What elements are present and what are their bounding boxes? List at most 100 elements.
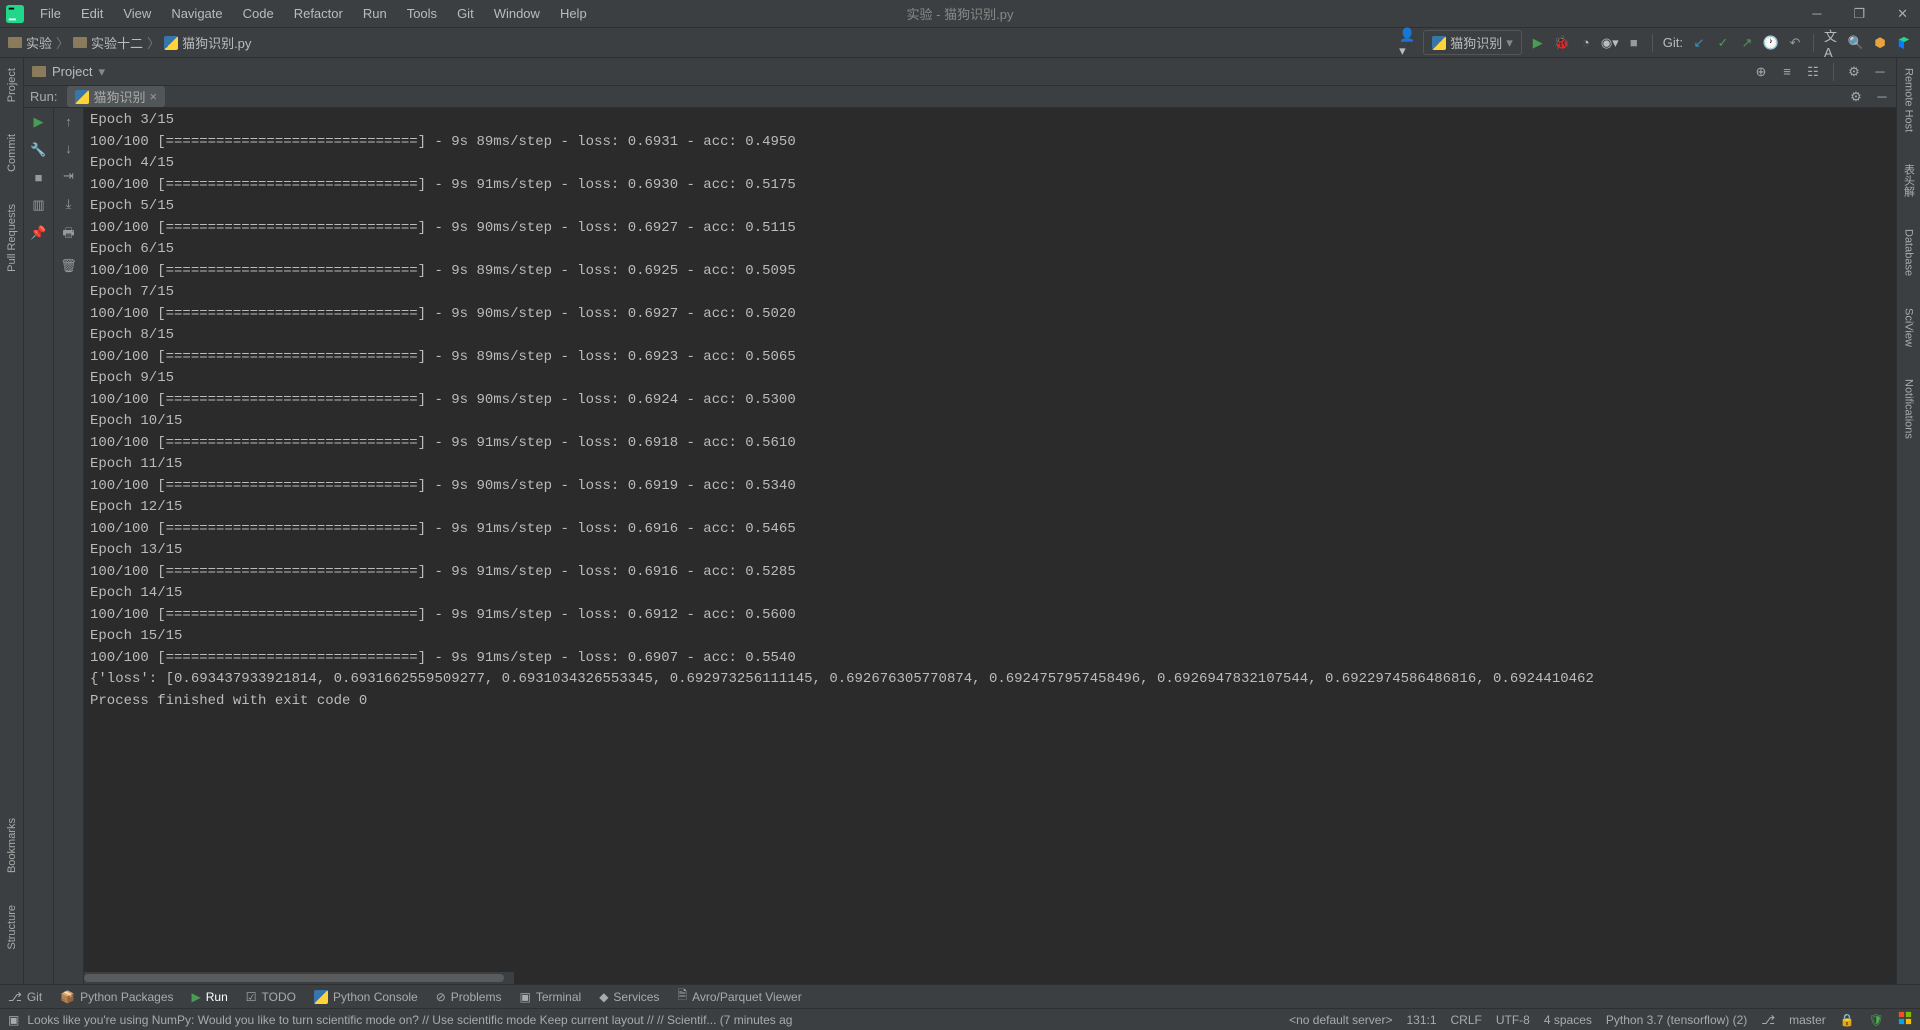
title-bar: File Edit View Navigate Code Refactor Ru…	[0, 0, 1920, 28]
status-branch[interactable]: master	[1789, 1013, 1826, 1027]
print-icon[interactable]: 🖶	[62, 224, 74, 246]
locale-icon[interactable]: 文A	[1824, 35, 1840, 51]
status-indent[interactable]: 4 spaces	[1544, 1013, 1592, 1027]
lock-icon[interactable]: 🔒	[1840, 1013, 1855, 1027]
status-encoding[interactable]: UTF-8	[1496, 1013, 1530, 1027]
target-icon[interactable]: ⊕	[1753, 64, 1769, 80]
status-server[interactable]: <no default server>	[1289, 1013, 1392, 1027]
code-with-me-icon[interactable]	[1896, 35, 1912, 51]
hide-panel-icon[interactable]: ─	[1872, 64, 1888, 80]
collapse-icon[interactable]: ☷	[1805, 64, 1821, 80]
up-icon[interactable]: ↑	[65, 114, 72, 129]
windows-logo-icon[interactable]	[1898, 1011, 1912, 1028]
tab-commit[interactable]: Commit	[4, 128, 20, 178]
toolbar: 实验 〉 实验十二 〉 猫狗识别.py 👤▾ 猫狗识别 ▾ ▶ 🐞 ◔ ◉▾ ■…	[0, 28, 1920, 58]
menu-help[interactable]: Help	[552, 4, 595, 23]
menu-run[interactable]: Run	[355, 4, 395, 23]
menu-edit[interactable]: Edit	[73, 4, 111, 23]
bottom-tab-pyconsole[interactable]: Python Console	[314, 990, 418, 1004]
bottom-tab-git[interactable]: ⎇Git	[8, 990, 42, 1004]
horizontal-scrollbar[interactable]	[84, 972, 514, 984]
tab-project[interactable]: Project	[4, 62, 20, 108]
run-toolwindow-header: Run: 猫狗识别 × ⚙ ─	[24, 86, 1896, 108]
run-gutter-primary: ▶ 🔧 ■ ▥ 📌	[24, 108, 54, 984]
pin-icon[interactable]: 📌	[30, 225, 46, 241]
menu-view[interactable]: View	[115, 4, 159, 23]
bottom-tab-terminal[interactable]: ▣Terminal	[519, 990, 581, 1004]
stop-icon[interactable]: ■	[1626, 35, 1642, 51]
status-panel-icon[interactable]: ▣	[8, 1013, 19, 1027]
git-push-icon[interactable]: ↗	[1739, 35, 1755, 51]
breadcrumb-root[interactable]: 实验	[26, 33, 52, 52]
bottom-tab-services[interactable]: ◆Services	[599, 990, 659, 1004]
window-title: 实验 - 猫狗识别.py	[907, 4, 1014, 23]
console-output[interactable]: Epoch 3/15100/100 [=====================…	[84, 108, 1896, 984]
status-eol[interactable]: CRLF	[1451, 1013, 1482, 1027]
scroll-icon[interactable]: ⤓	[66, 196, 72, 212]
hide-icon[interactable]: ─	[1874, 89, 1890, 105]
tab-database[interactable]: Database	[1901, 223, 1917, 282]
bottom-tool-tabs: ⎇Git 📦Python Packages ▶Run ☑TODO Python …	[0, 984, 1920, 1008]
rerun-icon[interactable]: ▶	[34, 114, 44, 130]
git-revert-icon[interactable]: ↶	[1787, 35, 1803, 51]
tab-pull-requests[interactable]: Pull Requests	[4, 198, 20, 278]
wrap-icon[interactable]: ⇥	[63, 168, 74, 184]
search-icon[interactable]: 🔍	[1848, 35, 1864, 51]
tab-remote-host[interactable]: Remote Host	[1901, 62, 1917, 138]
project-dropdown-icon[interactable]: ▾	[98, 64, 105, 80]
git-history-icon[interactable]: 🕐	[1763, 35, 1779, 51]
menu-code[interactable]: Code	[235, 4, 282, 23]
todo-icon: ☑	[246, 990, 257, 1004]
close-button[interactable]: ✕	[1891, 4, 1914, 24]
breadcrumb: 实验 〉 实验十二 〉 猫狗识别.py	[8, 33, 251, 52]
bottom-tab-todo[interactable]: ☑TODO	[246, 990, 296, 1004]
status-interpreter[interactable]: Python 3.7 (tensorflow) (2)	[1606, 1013, 1747, 1027]
bottom-tab-problems[interactable]: ⊘Problems	[436, 990, 502, 1004]
minimize-button[interactable]: ─	[1806, 4, 1827, 24]
terminal-icon: ▣	[519, 990, 530, 1004]
maximize-button[interactable]: ❐	[1847, 4, 1871, 24]
down-icon[interactable]: ↓	[65, 141, 72, 156]
menu-file[interactable]: File	[32, 4, 69, 23]
bottom-tab-run[interactable]: ▶Run	[192, 990, 228, 1004]
bottom-tab-packages[interactable]: 📦Python Packages	[60, 990, 173, 1004]
git-pull-icon[interactable]: ↙	[1691, 35, 1707, 51]
menu-navigate[interactable]: Navigate	[163, 4, 230, 23]
stop-icon[interactable]: ■	[35, 170, 43, 185]
git-commit-icon[interactable]: ✓	[1715, 35, 1731, 51]
status-caret[interactable]: 131:1	[1406, 1013, 1436, 1027]
right-tool-strip: Remote Host 表头解 Database SciView Notific…	[1896, 58, 1920, 984]
tab-structure[interactable]: Structure	[4, 899, 20, 956]
coverage-icon[interactable]: ◔	[1578, 35, 1594, 51]
project-bar: Project ▾ ⊕ ≡ ☷ ⚙ ─ 猫狗识别.py ×	[24, 58, 1896, 86]
layout-icon[interactable]: ▥	[32, 197, 44, 213]
run-icon[interactable]: ▶	[1530, 35, 1546, 51]
menu-refactor[interactable]: Refactor	[286, 4, 351, 23]
profile-icon[interactable]: ◉▾	[1602, 35, 1618, 51]
git-label: Git:	[1663, 35, 1683, 50]
run-config-selector[interactable]: 猫狗识别 ▾	[1423, 30, 1522, 55]
run-gutter-secondary: ↑ ↓ ⇥ ⤓ 🖶 🗑	[54, 108, 84, 984]
run-process-tab[interactable]: 猫狗识别 ×	[67, 86, 165, 107]
user-add-icon[interactable]: 👤▾	[1399, 35, 1415, 51]
settings-icon[interactable]: ⚙	[1846, 64, 1862, 80]
expand-icon[interactable]: ≡	[1779, 64, 1795, 80]
breadcrumb-file[interactable]: 猫狗识别.py	[182, 33, 251, 52]
ide-settings-icon[interactable]: ⬢	[1872, 35, 1888, 51]
menu-tools[interactable]: Tools	[399, 4, 445, 23]
shield-icon[interactable]: 🛡	[1869, 1013, 1884, 1027]
trash-icon[interactable]: 🗑	[60, 258, 77, 274]
breadcrumb-folder[interactable]: 实验十二	[91, 33, 143, 52]
settings-icon[interactable]: ⚙	[1848, 89, 1864, 105]
tab-bookmarks[interactable]: Bookmarks	[4, 812, 20, 879]
tab-conda[interactable]: 表头解	[1899, 158, 1919, 203]
close-icon[interactable]: ×	[149, 89, 157, 104]
bottom-tab-avro[interactable]: 🗎Avro/Parquet Viewer	[677, 986, 801, 1007]
project-label[interactable]: Project	[52, 64, 92, 79]
menu-window[interactable]: Window	[486, 4, 548, 23]
menu-git[interactable]: Git	[449, 4, 482, 23]
tools-icon[interactable]: 🔧	[30, 142, 46, 158]
tab-sciview[interactable]: SciView	[1901, 302, 1917, 353]
debug-icon[interactable]: 🐞	[1554, 35, 1570, 51]
tab-notifications[interactable]: Notifications	[1901, 373, 1917, 445]
